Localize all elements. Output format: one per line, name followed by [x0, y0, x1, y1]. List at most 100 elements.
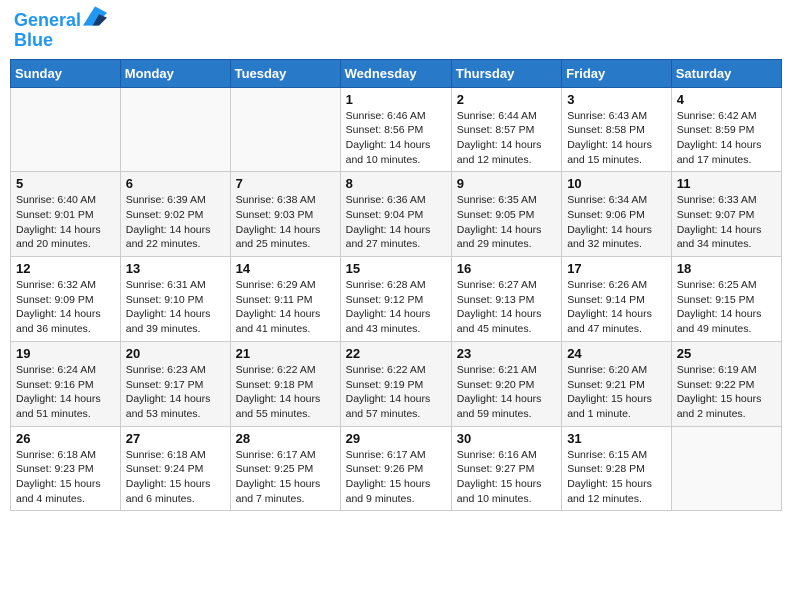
calendar-week-row: 1 Sunrise: 6:46 AM Sunset: 8:56 PM Daylig…: [11, 87, 782, 172]
calendar-header-tuesday: Tuesday: [230, 59, 340, 87]
day-number: 14: [236, 261, 335, 276]
calendar-body: 1 Sunrise: 6:46 AM Sunset: 8:56 PM Daylig…: [11, 87, 782, 511]
day-number: 29: [346, 431, 446, 446]
calendar-cell: 4 Sunrise: 6:42 AM Sunset: 8:59 PM Daylig…: [671, 87, 781, 172]
day-info: Sunrise: 6:19 AM Sunset: 9:22 PM Dayligh…: [677, 363, 776, 422]
calendar-cell: 3 Sunrise: 6:43 AM Sunset: 8:58 PM Daylig…: [562, 87, 672, 172]
calendar-cell: 27 Sunrise: 6:18 AM Sunset: 9:24 PM Dayli…: [120, 426, 230, 511]
day-info: Sunrise: 6:36 AM Sunset: 9:04 PM Dayligh…: [346, 193, 446, 252]
day-number: 15: [346, 261, 446, 276]
day-info: Sunrise: 6:31 AM Sunset: 9:10 PM Dayligh…: [126, 278, 225, 337]
day-number: 21: [236, 346, 335, 361]
day-info: Sunrise: 6:21 AM Sunset: 9:20 PM Dayligh…: [457, 363, 556, 422]
day-info: Sunrise: 6:33 AM Sunset: 9:07 PM Dayligh…: [677, 193, 776, 252]
day-info: Sunrise: 6:26 AM Sunset: 9:14 PM Dayligh…: [567, 278, 666, 337]
calendar-week-row: 19 Sunrise: 6:24 AM Sunset: 9:16 PM Dayli…: [11, 341, 782, 426]
calendar-cell: 14 Sunrise: 6:29 AM Sunset: 9:11 PM Dayli…: [230, 257, 340, 342]
logo: GeneralBlue: [14, 10, 107, 51]
day-info: Sunrise: 6:39 AM Sunset: 9:02 PM Dayligh…: [126, 193, 225, 252]
day-number: 9: [457, 176, 556, 191]
day-number: 3: [567, 92, 666, 107]
day-info: Sunrise: 6:15 AM Sunset: 9:28 PM Dayligh…: [567, 448, 666, 507]
calendar-cell: 23 Sunrise: 6:21 AM Sunset: 9:20 PM Dayli…: [451, 341, 561, 426]
day-number: 24: [567, 346, 666, 361]
day-number: 25: [677, 346, 776, 361]
calendar-cell: 28Sunrise: 6:17 AM Sunset: 9:25 PM Dayli…: [230, 426, 340, 511]
calendar-header-row: SundayMondayTuesdayWednesdayThursdayFrid…: [11, 59, 782, 87]
day-info: Sunrise: 6:35 AM Sunset: 9:05 PM Dayligh…: [457, 193, 556, 252]
calendar-cell: 24 Sunrise: 6:20 AM Sunset: 9:21 PM Dayli…: [562, 341, 672, 426]
calendar-header-sunday: Sunday: [11, 59, 121, 87]
day-info: Sunrise: 6:23 AM Sunset: 9:17 PM Dayligh…: [126, 363, 225, 422]
day-info: Sunrise: 6:20 AM Sunset: 9:21 PM Dayligh…: [567, 363, 666, 422]
day-info: Sunrise: 6:42 AM Sunset: 8:59 PM Dayligh…: [677, 109, 776, 168]
day-number: 23: [457, 346, 556, 361]
calendar-cell: 9 Sunrise: 6:35 AM Sunset: 9:05 PM Daylig…: [451, 172, 561, 257]
day-number: 1: [346, 92, 446, 107]
calendar-cell: 1 Sunrise: 6:46 AM Sunset: 8:56 PM Daylig…: [340, 87, 451, 172]
calendar-cell: 2 Sunrise: 6:44 AM Sunset: 8:57 PM Daylig…: [451, 87, 561, 172]
day-number: 2: [457, 92, 556, 107]
calendar-cell: 22Sunrise: 6:22 AM Sunset: 9:19 PM Dayli…: [340, 341, 451, 426]
day-info: Sunrise: 6:38 AM Sunset: 9:03 PM Dayligh…: [236, 193, 335, 252]
day-info: Sunrise: 6:27 AM Sunset: 9:13 PM Dayligh…: [457, 278, 556, 337]
day-number: 28: [236, 431, 335, 446]
calendar-table: SundayMondayTuesdayWednesdayThursdayFrid…: [10, 59, 782, 512]
calendar-header-friday: Friday: [562, 59, 672, 87]
calendar-week-row: 12 Sunrise: 6:32 AM Sunset: 9:09 PM Dayli…: [11, 257, 782, 342]
day-info: Sunrise: 6:17 AM Sunset: 9:26 PM Dayligh…: [346, 448, 446, 507]
calendar-cell: [11, 87, 121, 172]
day-number: 11: [677, 176, 776, 191]
calendar-cell: 20 Sunrise: 6:23 AM Sunset: 9:17 PM Dayli…: [120, 341, 230, 426]
calendar-cell: [671, 426, 781, 511]
calendar-cell: 8 Sunrise: 6:36 AM Sunset: 9:04 PM Daylig…: [340, 172, 451, 257]
calendar-header-monday: Monday: [120, 59, 230, 87]
day-info: Sunrise: 6:43 AM Sunset: 8:58 PM Dayligh…: [567, 109, 666, 168]
logo-icon: [83, 6, 107, 26]
calendar-cell: 19 Sunrise: 6:24 AM Sunset: 9:16 PM Dayli…: [11, 341, 121, 426]
calendar-cell: 25 Sunrise: 6:19 AM Sunset: 9:22 PM Dayli…: [671, 341, 781, 426]
day-number: 13: [126, 261, 225, 276]
calendar-cell: 10Sunrise: 6:34 AM Sunset: 9:06 PM Dayli…: [562, 172, 672, 257]
calendar-cell: 12 Sunrise: 6:32 AM Sunset: 9:09 PM Dayli…: [11, 257, 121, 342]
day-info: Sunrise: 6:22 AM Sunset: 9:18 PM Dayligh…: [236, 363, 335, 422]
day-number: 12: [16, 261, 115, 276]
day-number: 17: [567, 261, 666, 276]
calendar-header-saturday: Saturday: [671, 59, 781, 87]
calendar-cell: 16Sunrise: 6:27 AM Sunset: 9:13 PM Dayli…: [451, 257, 561, 342]
day-number: 5: [16, 176, 115, 191]
day-info: Sunrise: 6:32 AM Sunset: 9:09 PM Dayligh…: [16, 278, 115, 337]
day-number: 8: [346, 176, 446, 191]
day-number: 20: [126, 346, 225, 361]
day-info: Sunrise: 6:46 AM Sunset: 8:56 PM Dayligh…: [346, 109, 446, 168]
calendar-cell: 11 Sunrise: 6:33 AM Sunset: 9:07 PM Dayli…: [671, 172, 781, 257]
calendar-cell: 30Sunrise: 6:16 AM Sunset: 9:27 PM Dayli…: [451, 426, 561, 511]
calendar-cell: 31Sunrise: 6:15 AM Sunset: 9:28 PM Dayli…: [562, 426, 672, 511]
day-number: 4: [677, 92, 776, 107]
logo-text: GeneralBlue: [14, 10, 107, 51]
calendar-cell: [120, 87, 230, 172]
day-info: Sunrise: 6:44 AM Sunset: 8:57 PM Dayligh…: [457, 109, 556, 168]
calendar-header-wednesday: Wednesday: [340, 59, 451, 87]
day-info: Sunrise: 6:18 AM Sunset: 9:24 PM Dayligh…: [126, 448, 225, 507]
day-number: 26: [16, 431, 115, 446]
day-number: 7: [236, 176, 335, 191]
calendar-cell: 5 Sunrise: 6:40 AM Sunset: 9:01 PM Daylig…: [11, 172, 121, 257]
day-number: 19: [16, 346, 115, 361]
calendar-week-row: 5 Sunrise: 6:40 AM Sunset: 9:01 PM Daylig…: [11, 172, 782, 257]
day-info: Sunrise: 6:40 AM Sunset: 9:01 PM Dayligh…: [16, 193, 115, 252]
day-info: Sunrise: 6:25 AM Sunset: 9:15 PM Dayligh…: [677, 278, 776, 337]
calendar-cell: 26Sunrise: 6:18 AM Sunset: 9:23 PM Dayli…: [11, 426, 121, 511]
calendar-cell: 15Sunrise: 6:28 AM Sunset: 9:12 PM Dayli…: [340, 257, 451, 342]
day-number: 30: [457, 431, 556, 446]
calendar-cell: [230, 87, 340, 172]
calendar-cell: 29 Sunrise: 6:17 AM Sunset: 9:26 PM Dayli…: [340, 426, 451, 511]
calendar-cell: 17 Sunrise: 6:26 AM Sunset: 9:14 PM Dayli…: [562, 257, 672, 342]
day-info: Sunrise: 6:29 AM Sunset: 9:11 PM Dayligh…: [236, 278, 335, 337]
calendar-header-thursday: Thursday: [451, 59, 561, 87]
calendar-cell: 7 Sunrise: 6:38 AM Sunset: 9:03 PM Daylig…: [230, 172, 340, 257]
calendar-cell: 18Sunrise: 6:25 AM Sunset: 9:15 PM Dayli…: [671, 257, 781, 342]
day-info: Sunrise: 6:24 AM Sunset: 9:16 PM Dayligh…: [16, 363, 115, 422]
calendar-cell: 21 Sunrise: 6:22 AM Sunset: 9:18 PM Dayli…: [230, 341, 340, 426]
day-number: 27: [126, 431, 225, 446]
